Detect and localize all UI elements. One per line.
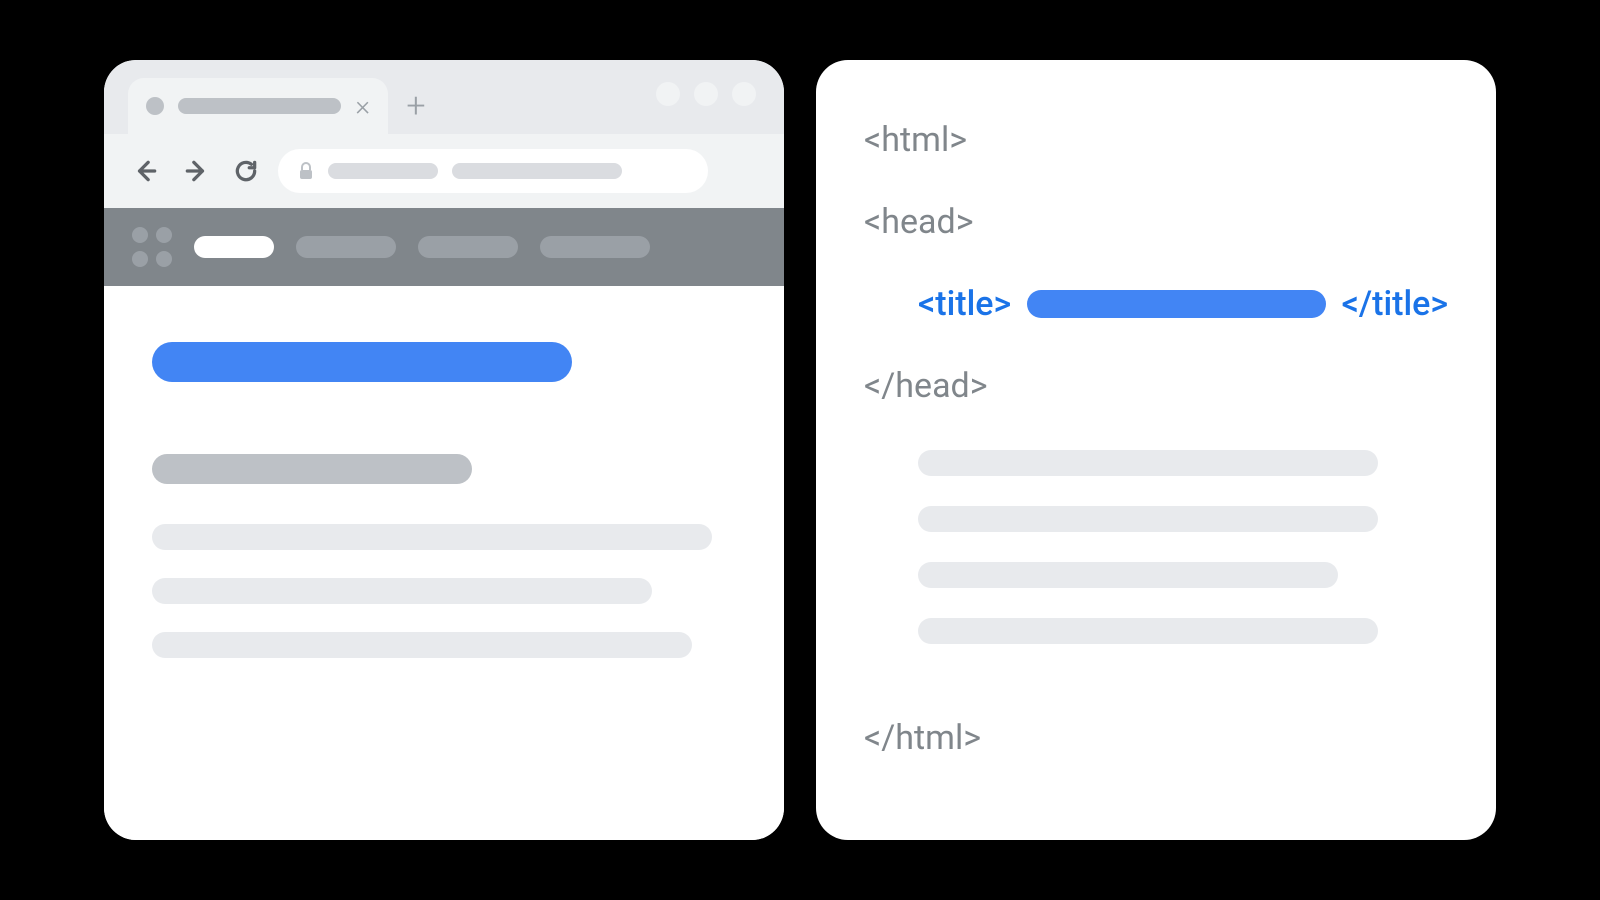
code-line: </html>: [864, 714, 1448, 762]
back-button[interactable]: [128, 153, 164, 189]
code-line-title: <title> </title>: [864, 280, 1448, 328]
text-line-placeholder: [152, 632, 692, 658]
site-header: [104, 208, 784, 286]
code-body-placeholder: [864, 450, 1448, 674]
window-close-icon[interactable]: [732, 82, 756, 106]
window-maximize-icon[interactable]: [694, 82, 718, 106]
nav-item-active[interactable]: [194, 236, 274, 258]
window-minimize-icon[interactable]: [656, 82, 680, 106]
page-subtitle-placeholder: [152, 454, 472, 484]
text-line-placeholder: [152, 524, 712, 550]
browser-tab[interactable]: ×: [128, 78, 388, 134]
tag-head-close: </head>: [864, 366, 988, 406]
tab-strip: × +: [104, 60, 784, 134]
browser-toolbar: [104, 134, 784, 208]
new-tab-button[interactable]: +: [388, 78, 444, 134]
text-line-placeholder: [152, 578, 652, 604]
forward-button[interactable]: [178, 153, 214, 189]
arrow-right-icon: [183, 158, 209, 184]
window-controls: [656, 82, 756, 106]
page-title-placeholder: [152, 342, 572, 382]
url-segment: [328, 163, 438, 179]
address-bar[interactable]: [278, 149, 708, 193]
lock-icon: [298, 162, 314, 180]
tag-title-close: </title>: [1342, 284, 1448, 324]
code-panel: <html> <head> <title> </title> </head> <…: [816, 60, 1496, 840]
code-body-line: [918, 450, 1378, 476]
nav-item[interactable]: [540, 236, 650, 258]
code-line: <html>: [864, 116, 1448, 164]
tag-html-open: <html>: [864, 120, 967, 160]
browser-window: × +: [104, 60, 784, 840]
nav-item[interactable]: [296, 236, 396, 258]
arrow-left-icon: [133, 158, 159, 184]
reload-button[interactable]: [228, 153, 264, 189]
code-body-line: [918, 618, 1378, 644]
tag-title-open: <title>: [918, 284, 1011, 324]
code-line: <head>: [864, 198, 1448, 246]
favicon-icon: [146, 97, 164, 115]
code-line: </head>: [864, 362, 1448, 410]
reload-icon: [233, 158, 259, 184]
title-content-placeholder: [1027, 290, 1325, 318]
close-tab-icon[interactable]: ×: [355, 92, 370, 120]
tag-html-close: </html>: [864, 718, 981, 758]
code-body-line: [918, 506, 1378, 532]
nav-item[interactable]: [418, 236, 518, 258]
app-grid-icon[interactable]: [132, 227, 172, 267]
tab-title-placeholder: [178, 98, 341, 114]
url-segment: [452, 163, 622, 179]
tag-head-open: <head>: [864, 202, 974, 242]
page-body: [104, 286, 784, 840]
code-body-line: [918, 562, 1338, 588]
